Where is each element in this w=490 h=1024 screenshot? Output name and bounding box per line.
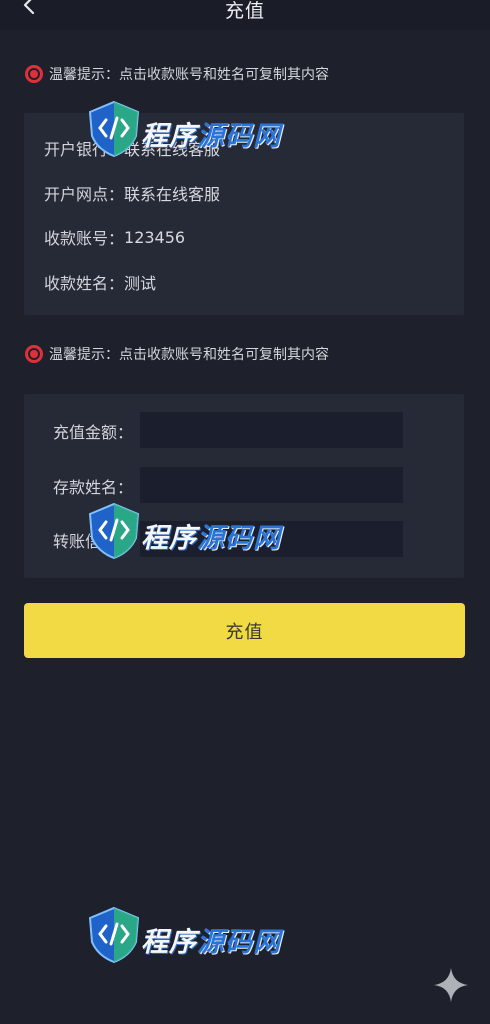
account-name-value[interactable]: 测试 [124,270,156,294]
depositor-row: 存款姓名： [24,467,464,503]
tip-notice: 温馨提示：点击收款账号和姓名可复制其内容 [24,343,329,365]
transfer-info-input[interactable] [140,521,403,557]
bank-branch-label: 开户网点： [44,185,125,204]
amount-label: 充值金额： [53,423,134,442]
bank-name-row: 开户银行： 联系在线客服 [44,137,220,159]
tip-notice: 温馨提示：点击收款账号和姓名可复制其内容 [24,63,329,85]
amount-row: 充值金额： [24,412,464,448]
depositor-label: 存款姓名： [53,478,134,497]
bank-branch-value: 联系在线客服 [124,185,221,204]
top-bar: 充值 [0,0,490,30]
code-shield-icon [88,906,140,964]
sparkle-icon [434,968,468,1002]
transfer-row: 转账信息： [24,521,464,557]
account-number-label: 收款账号： [44,229,125,248]
recharge-page: 充值 温馨提示：点击收款账号和姓名可复制其内容 开户银行： 联系在线客服 开户网… [0,0,490,1024]
depositor-name-input[interactable] [140,467,403,503]
recharge-submit-button[interactable]: 充值 [24,603,465,658]
account-name-label: 收款姓名： [44,274,125,293]
account-name-row[interactable]: 收款姓名： 测试 [44,271,156,293]
account-number-value[interactable]: 123456 [124,228,185,247]
target-circle-icon [25,65,43,83]
watermark: 程序源码网 [86,902,306,982]
target-circle-icon [25,345,43,363]
account-number-row[interactable]: 收款账号： 123456 [44,226,185,249]
watermark-text: 程序源码网 [141,927,281,958]
bank-info-card: 开户银行： 联系在线客服 开户网点： 联系在线客服 收款账号： 123456 收… [24,113,464,315]
page-title: 充值 [224,0,265,22]
bank-name-label: 开户银行： [44,140,125,159]
bank-branch-row: 开户网点： 联系在线客服 [44,182,220,204]
tip-text: 温馨提示：点击收款账号和姓名可复制其内容 [49,347,329,363]
deposit-form-card: 充值金额： 存款姓名： 转账信息： [24,394,464,578]
tip-text: 温馨提示：点击收款账号和姓名可复制其内容 [49,67,329,83]
amount-input[interactable] [140,412,403,448]
bank-name-value: 联系在线客服 [124,140,221,159]
transfer-label: 转账信息： [53,532,134,551]
